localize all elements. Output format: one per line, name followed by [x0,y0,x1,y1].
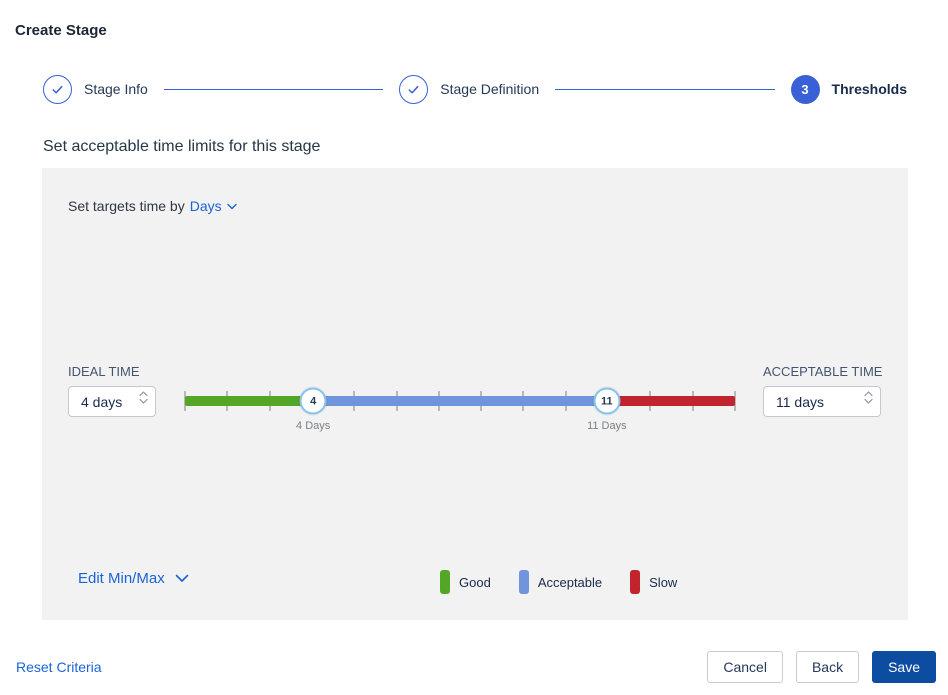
step-number-badge: 3 [791,75,820,104]
stepper-down-icon [864,398,873,404]
page-title: Create Stage [15,22,107,39]
cancel-button[interactable]: Cancel [707,651,783,683]
check-icon [43,75,72,104]
legend-label: Good [459,575,491,590]
acceptable-swatch [519,570,529,594]
slider-handle-ideal-label: 4 Days [296,420,330,432]
ideal-time-field: IDEAL TIME 4 days [68,364,156,417]
reset-criteria-link[interactable]: Reset Criteria [16,659,102,675]
slow-swatch [630,570,640,594]
threshold-slider: 4 11 4 Days 11 Days [185,390,735,430]
step-thresholds[interactable]: 3 Thresholds [791,75,907,104]
slider-legend: Good Acceptable Slow [440,570,677,594]
legend-label: Slow [649,575,677,590]
step-label: Thresholds [832,81,907,97]
stepper-up-icon [139,391,148,397]
wizard-stepper: Stage Info Stage Definition 3 Thresholds [43,74,907,104]
footer-actions: Cancel Back Save [707,651,936,683]
slider-handle-ideal[interactable]: 4 [300,388,327,415]
slider-segment-good [185,396,313,406]
legend-item-good: Good [440,570,491,594]
ideal-time-value: 4 days [81,394,122,410]
chevron-down-icon [175,574,189,583]
slider-segment-acceptable [313,396,607,406]
step-label: Stage Info [84,81,148,97]
acceptable-time-stepper[interactable] [864,391,873,404]
section-heading: Set acceptable time limits for this stag… [43,138,320,156]
acceptable-time-value: 11 days [776,394,824,410]
target-time-label: Set targets time by [68,198,185,214]
ideal-time-stepper[interactable] [139,391,148,404]
save-button[interactable]: Save [872,651,936,683]
ideal-time-label: IDEAL TIME [68,364,156,379]
stepper-down-icon [139,398,148,404]
step-stage-info[interactable]: Stage Info [43,75,148,104]
slider-track[interactable]: 4 11 4 Days 11 Days [185,396,735,406]
time-unit-dropdown[interactable]: Days [190,198,237,214]
acceptable-time-label: ACCEPTABLE TIME [763,364,882,379]
legend-label: Acceptable [538,575,602,590]
chevron-down-icon [227,203,237,210]
stepper-connector [555,89,774,90]
edit-minmax-label: Edit Min/Max [78,570,165,587]
good-swatch [440,570,450,594]
legend-item-slow: Slow [630,570,677,594]
ideal-time-input[interactable]: 4 days [68,386,156,417]
acceptable-time-input[interactable]: 11 days [763,386,881,417]
time-unit-value: Days [190,198,222,214]
back-button[interactable]: Back [796,651,859,683]
step-label: Stage Definition [440,81,539,97]
slider-segment-slow [607,396,735,406]
slider-handle-acceptable-label: 11 Days [587,420,627,432]
stepper-connector [164,89,383,90]
acceptable-time-field: ACCEPTABLE TIME 11 days [763,364,882,417]
create-stage-dialog: Create Stage Stage Info Stage Definition… [0,0,948,695]
legend-item-acceptable: Acceptable [519,570,602,594]
target-time-row: Set targets time by Days [68,198,237,214]
thresholds-panel: Set targets time by Days IDEAL TIME 4 da… [42,168,908,620]
slider-handle-acceptable[interactable]: 11 [593,388,620,415]
edit-minmax-link[interactable]: Edit Min/Max [78,570,189,587]
stepper-up-icon [864,391,873,397]
step-stage-definition[interactable]: Stage Definition [399,75,539,104]
check-icon [399,75,428,104]
